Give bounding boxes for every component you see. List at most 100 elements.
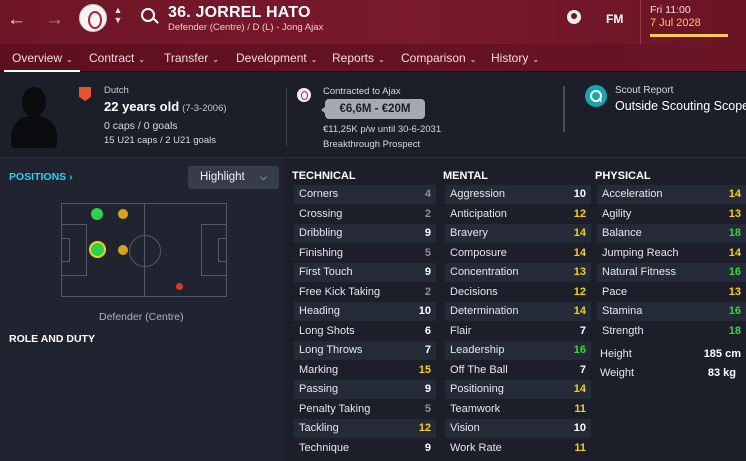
tab-label: Development <box>236 51 307 65</box>
chevron-down-icon: ⌵ <box>260 172 267 182</box>
attribute-row[interactable]: Jumping Reach 14 <box>597 244 746 263</box>
attribute-row[interactable]: Teamwork 11 <box>445 400 591 419</box>
attribute-value: 9 <box>424 227 431 239</box>
attribute-row[interactable]: Strength 18 <box>597 322 746 341</box>
role-and-duty-heading: ROLE AND DUTY <box>9 333 95 345</box>
attribute-row[interactable]: Passing 9 <box>294 380 436 399</box>
attribute-row[interactable]: Flair 7 <box>445 322 591 341</box>
attribute-row[interactable]: Acceleration 14 <box>597 185 746 204</box>
weight-row: Weight 83 kg <box>595 364 741 383</box>
tab-overview[interactable]: Overview ⌄ <box>12 51 73 65</box>
tab-reports[interactable]: Reports ⌄ <box>332 51 385 65</box>
attribute-value: 5 <box>424 402 431 415</box>
position-dot-dm[interactable] <box>118 209 128 219</box>
scout-report-icon[interactable] <box>585 85 607 107</box>
chevron-down-icon: ⌄ <box>469 55 477 64</box>
player-age: 22 years old (7-3-2006) <box>104 99 227 114</box>
attribute-label: Strength <box>602 324 644 337</box>
attribute-row[interactable]: Concentration 13 <box>445 263 591 282</box>
position-dot-dl[interactable] <box>91 208 103 220</box>
attribute-row[interactable]: First Touch 9 <box>294 263 436 282</box>
attribute-row[interactable]: Finishing 5 <box>294 244 436 263</box>
date-progress-bar <box>650 34 728 37</box>
attribute-row[interactable]: Long Shots 6 <box>294 322 436 341</box>
attribute-row[interactable]: Composure 14 <box>445 244 591 263</box>
chevron-down-icon: ⌄ <box>66 55 73 64</box>
attribute-label: Corners <box>299 188 339 200</box>
attribute-row[interactable]: Anticipation 12 <box>445 205 591 224</box>
physical-heading: PHYSICAL <box>595 170 651 182</box>
attribute-row[interactable]: Dribbling 9 <box>294 224 436 243</box>
tab-transfer[interactable]: Transfer ⌄ <box>164 51 219 65</box>
attribute-value: 12 <box>418 422 431 434</box>
positions-heading[interactable]: POSITIONS › <box>9 171 73 183</box>
attribute-value: 15 <box>418 363 431 376</box>
attribute-row[interactable]: Pace 13 <box>597 283 746 302</box>
attribute-row[interactable]: Natural Fitness 16 <box>597 263 746 282</box>
attribute-row[interactable]: Leadership 16 <box>445 341 591 360</box>
player-name-title: 36. JORREL HATO <box>168 4 311 21</box>
attribute-label: Long Shots <box>299 324 355 337</box>
nationality-flag-icon[interactable] <box>79 87 91 101</box>
scout-report-value[interactable]: Outside Scouting Scope <box>615 99 746 113</box>
attribute-row[interactable]: Corners 4 <box>294 185 436 204</box>
attribute-label: Determination <box>450 305 519 317</box>
position-dot-dmc[interactable] <box>118 245 128 255</box>
attribute-label: Finishing <box>299 246 344 259</box>
attribute-row[interactable]: Marking 15 <box>294 361 436 380</box>
attribute-label: Agility <box>602 207 632 220</box>
attribute-row[interactable]: Agility 13 <box>597 205 746 224</box>
attribute-row[interactable]: Technique 9 <box>294 439 436 458</box>
height-label: Height <box>600 348 632 360</box>
attribute-row[interactable]: Decisions 12 <box>445 283 591 302</box>
contract-club-badge-icon[interactable] <box>297 88 311 102</box>
attribute-row[interactable]: Penalty Taking 5 <box>294 400 436 419</box>
attribute-value: 14 <box>728 246 741 259</box>
attribute-row[interactable]: Long Throws 7 <box>294 341 436 360</box>
attribute-row[interactable]: Off The Ball 7 <box>445 361 591 380</box>
chevron-down-icon: ⌄ <box>378 55 385 64</box>
search-icon[interactable] <box>141 8 155 22</box>
attribute-label: Bravery <box>450 227 488 239</box>
club-badge-icon[interactable] <box>79 4 107 32</box>
attribute-row[interactable]: Aggression 10 <box>445 185 591 204</box>
attribute-row[interactable]: Bravery 14 <box>445 224 591 243</box>
attribute-value: 14 <box>728 188 741 200</box>
forward-arrow-icon[interactable]: → <box>45 10 64 29</box>
attribute-row[interactable]: Tackling 12 <box>294 419 436 438</box>
attribute-value: 9 <box>424 441 431 454</box>
position-dot-am[interactable] <box>176 283 183 290</box>
fm-logo[interactable]: FM <box>606 12 623 26</box>
date-time: Fri 11:00 <box>650 4 691 16</box>
back-arrow-icon[interactable]: ← <box>7 10 26 29</box>
attribute-row[interactable]: Balance 18 <box>597 224 746 243</box>
attribute-row[interactable]: Positioning 14 <box>445 380 591 399</box>
attribute-row[interactable]: Free Kick Taking 2 <box>294 283 436 302</box>
tab-history[interactable]: History ⌄ <box>491 51 539 65</box>
attribute-row[interactable]: Vision 10 <box>445 419 591 438</box>
attribute-value: 12 <box>573 207 586 220</box>
attribute-label: Anticipation <box>450 207 507 220</box>
attribute-value: 10 <box>573 422 586 434</box>
attribute-row[interactable]: Heading 10 <box>294 302 436 321</box>
continue-date-box[interactable]: Fri 11:00 7 Jul 2028 <box>640 0 746 44</box>
tab-label: Transfer <box>164 51 209 65</box>
age-text: 22 years old <box>104 99 180 114</box>
chevron-down-icon: ⌄ <box>310 55 318 64</box>
left-goal-box <box>61 238 70 262</box>
tab-comparison[interactable]: Comparison ⌄ <box>401 51 476 65</box>
highlight-dropdown[interactable]: Highlight ⌵ <box>188 166 279 189</box>
mental-heading: MENTAL <box>443 170 489 182</box>
position-dot-dc[interactable] <box>89 241 106 258</box>
tab-contract[interactable]: Contract ⌄ <box>89 51 145 65</box>
attribute-row[interactable]: Determination 14 <box>445 302 591 321</box>
prev-next-player-icon[interactable]: ▲ ▼ <box>113 5 123 25</box>
transfer-value-badge[interactable]: €6,6M - €20M <box>325 99 425 119</box>
tab-development[interactable]: Development ⌄ <box>236 51 317 65</box>
attribute-row[interactable]: Stamina 16 <box>597 302 746 321</box>
attribute-row[interactable]: Work Rate 11 <box>445 439 591 458</box>
attribute-row[interactable]: Crossing 2 <box>294 205 436 224</box>
tab-label: Reports <box>332 51 375 65</box>
manager-profile-icon[interactable] <box>567 10 581 24</box>
attribute-label: Free Kick Taking <box>299 285 381 298</box>
